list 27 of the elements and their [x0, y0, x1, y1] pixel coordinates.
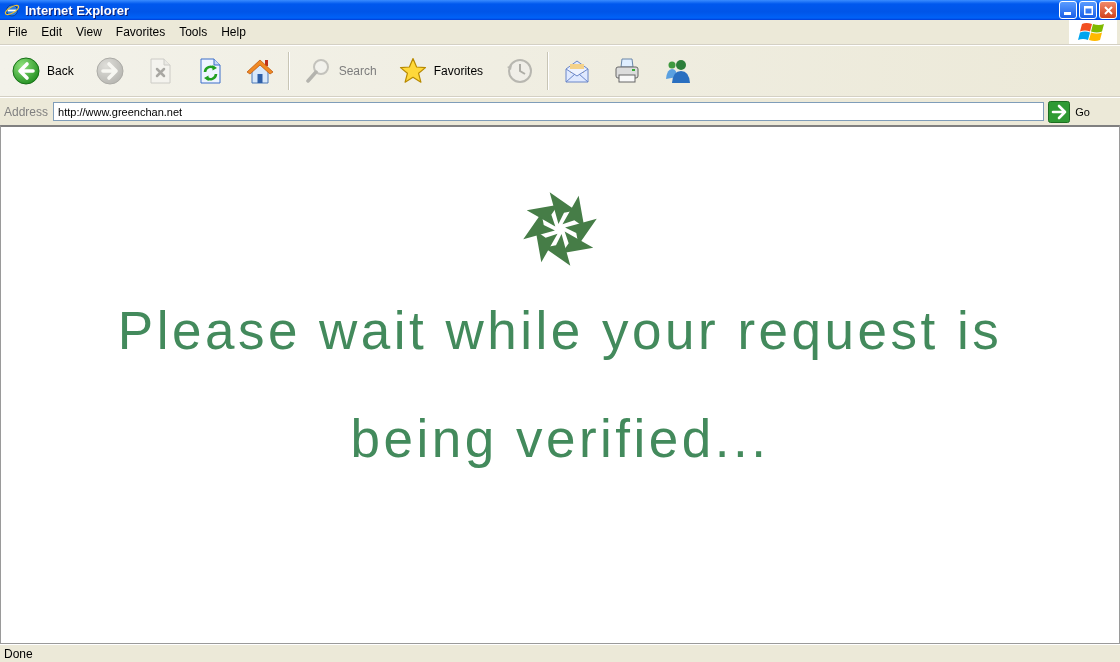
close-icon	[1103, 5, 1113, 15]
menu-item[interactable]: Help	[214, 23, 253, 41]
go-button[interactable]: Go	[1044, 100, 1094, 123]
status-text: Done	[4, 646, 33, 661]
address-label: Address	[4, 104, 49, 119]
window-title: Internet Explorer	[25, 2, 130, 18]
minimize-button[interactable]	[1059, 1, 1077, 19]
people-icon	[663, 57, 692, 85]
favorites-button[interactable]: Favorites	[388, 53, 494, 89]
minimize-icon	[1064, 12, 1071, 15]
star-icon	[398, 57, 427, 85]
back-button[interactable]: Back	[2, 53, 84, 89]
loading-message: Please wait while your request is being verified...	[116, 300, 1004, 470]
browser-logo-icon	[4, 2, 20, 18]
menu-item[interactable]: View	[69, 23, 109, 41]
maximize-button[interactable]	[1079, 1, 1097, 19]
menu-item[interactable]: Favorites	[108, 23, 173, 41]
printer-icon	[613, 57, 642, 85]
menu-item[interactable]: Edit	[34, 23, 70, 41]
search-icon	[303, 57, 332, 85]
maximize-icon	[1083, 5, 1093, 15]
menu-item[interactable]: File	[1, 23, 35, 41]
close-button[interactable]	[1099, 1, 1117, 19]
clock-icon	[505, 57, 534, 85]
house-icon	[245, 57, 274, 85]
address-field[interactable]: http://www.greenchan.net	[53, 102, 1045, 121]
menu-item[interactable]: Tools	[172, 23, 215, 41]
